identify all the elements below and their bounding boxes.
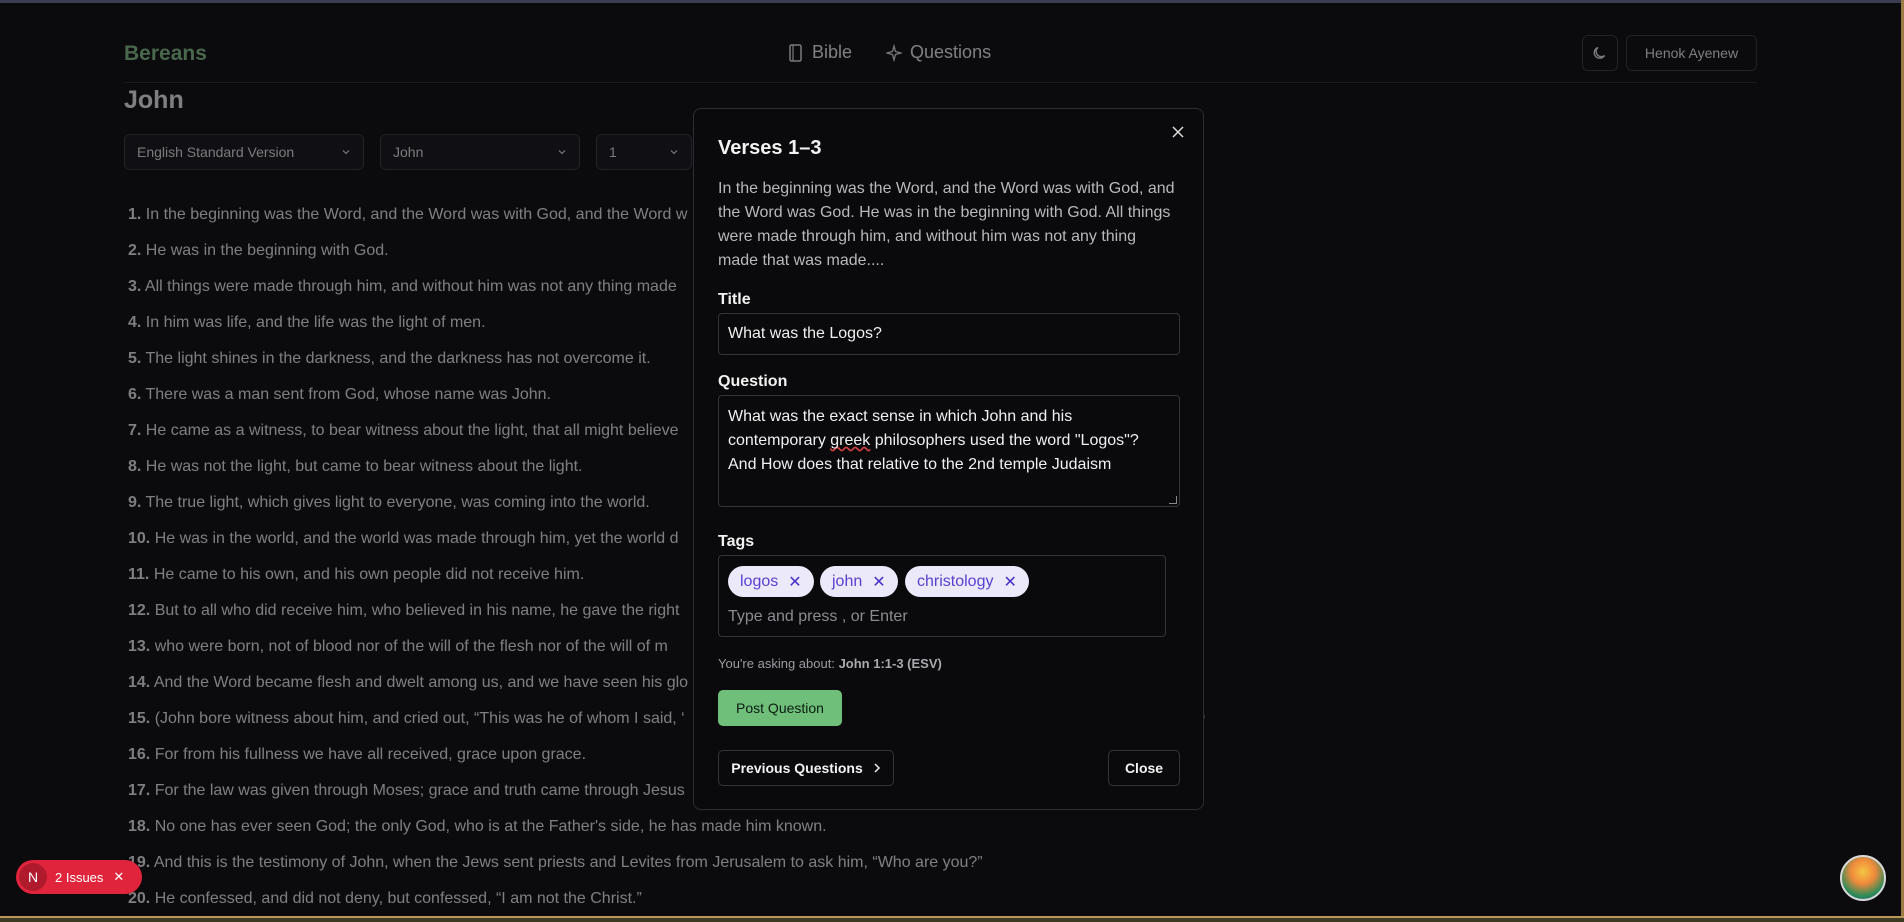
tag-chip-christology: christology ✕	[905, 566, 1029, 597]
close-icon[interactable]: ✕	[113, 869, 124, 885]
chevron-down-icon	[342, 150, 350, 155]
question-label: Question	[718, 373, 788, 390]
book-icon	[789, 43, 802, 62]
misspelled-word: greek	[830, 432, 871, 449]
verse-number: 12.	[128, 602, 151, 619]
chevron-down-icon	[670, 150, 678, 155]
theme-toggle-button[interactable]	[1582, 35, 1618, 71]
page-title: John	[124, 86, 184, 114]
remove-tag-icon[interactable]: ✕	[788, 572, 801, 592]
chevron-right-icon	[874, 763, 880, 773]
verse-number: 3.	[128, 278, 142, 295]
verse-number: 4.	[128, 314, 142, 331]
issues-count: 2 Issues	[55, 869, 104, 885]
asking-about-text: You're asking about: John 1:1-3 (ESV)	[718, 656, 942, 671]
verse-text: For the law was given through Moses; gra…	[154, 782, 685, 799]
chapter-select-value: 1	[609, 144, 617, 160]
tag-label: john	[832, 572, 863, 590]
tag-label: christology	[917, 572, 994, 590]
verse-number: 18.	[128, 818, 151, 835]
verse-number: 11.	[128, 566, 150, 583]
passage-text: In the beginning was the Word, and the W…	[718, 180, 1175, 269]
nav-label-questions: Questions	[910, 42, 992, 62]
verse-text: He was not the light, but came to bear w…	[145, 458, 583, 475]
verse-number: 13.	[128, 638, 151, 655]
close-icon[interactable]	[1169, 123, 1187, 141]
brand-logo[interactable]: Bereans	[124, 42, 207, 66]
verse-text: There was a man sent from God, whose nam…	[145, 386, 552, 403]
header-divider	[124, 82, 1757, 83]
verse-number: 16.	[128, 746, 151, 763]
sparkle-icon	[886, 43, 903, 62]
verse-number: 15.	[128, 710, 151, 727]
verse-number: 6.	[128, 386, 142, 403]
verse-text: He came to his own, and his own people d…	[153, 566, 585, 583]
verse-text: No one has ever seen God; the only God, …	[154, 818, 827, 835]
version-select[interactable]: English Standard Version	[124, 134, 364, 170]
verse[interactable]: 18. No one has ever seen God; the only G…	[128, 815, 1228, 851]
tag-label: logos	[740, 572, 779, 590]
remove-tag-icon[interactable]: ✕	[1003, 572, 1016, 592]
verse-text: And this is the testimony of John, when …	[153, 854, 983, 871]
user-menu-button[interactable]: Henok Ayenew	[1626, 35, 1757, 71]
verse-number: 8.	[128, 458, 142, 475]
version-select-value: English Standard Version	[137, 144, 295, 160]
asking-reference: John 1:1-3 (ESV)	[838, 656, 942, 671]
moon-icon	[1593, 46, 1606, 59]
verse-number: 17.	[128, 782, 151, 799]
previous-questions-label: Previous Questions	[731, 760, 863, 776]
issues-badge[interactable]: N 2 Issues ✕	[16, 860, 142, 894]
title-label: Title	[718, 291, 751, 308]
verse-text: In the beginning was the Word, and the W…	[145, 206, 688, 223]
verse-number: 14.	[128, 674, 151, 691]
verse-text: For from his fullness we have all receiv…	[154, 746, 587, 763]
nav-item-questions[interactable]: Questions	[886, 42, 991, 63]
modal-title: Verses 1–3	[718, 137, 822, 159]
tag-chip-logos: logos ✕	[728, 566, 814, 597]
nav-label-bible: Bible	[812, 42, 853, 62]
chapter-select[interactable]: 1	[596, 134, 692, 170]
verse-text: The light shines in the darkness, and th…	[145, 350, 651, 367]
remove-tag-icon[interactable]: ✕	[872, 572, 885, 592]
verse-text: The true light, which gives light to eve…	[145, 494, 650, 511]
nav-item-bible[interactable]: Bible	[788, 42, 852, 63]
verse-number: 7.	[128, 422, 142, 439]
resize-handle[interactable]	[1169, 496, 1177, 504]
verse-text: In him was life, and the life was the li…	[145, 314, 486, 331]
verse-text: He was in the world, and the world was m…	[154, 530, 679, 547]
nextjs-icon: N	[19, 863, 47, 891]
verse-number: 1.	[128, 206, 142, 223]
post-question-button[interactable]: Post Question	[718, 690, 842, 726]
verse-number: 10.	[128, 530, 151, 547]
verse-number: 5.	[128, 350, 142, 367]
verse-number: 9.	[128, 494, 142, 511]
assistant-avatar[interactable]	[1840, 855, 1886, 901]
tags-input[interactable]: logos ✕ john ✕ christology ✕ Type and pr…	[718, 555, 1166, 637]
main-nav: Bible Questions	[788, 42, 991, 63]
verse-text: And the Word became flesh and dwelt amon…	[153, 674, 689, 691]
verse-text: who were born, not of blood nor of the w…	[154, 638, 668, 655]
close-button[interactable]: Close	[1108, 750, 1180, 786]
verse-text: He confessed, and did not deny, but conf…	[154, 890, 642, 907]
window-bottom-border	[0, 916, 1904, 922]
verse-text: He came as a witness, to bear witness ab…	[145, 422, 679, 439]
chevron-down-icon	[558, 150, 566, 155]
tags-label: Tags	[718, 533, 755, 550]
book-select[interactable]: John	[380, 134, 580, 170]
ask-question-modal: Verses 1–3 In the beginning was the Word…	[693, 108, 1204, 810]
verse-text: All things were made through him, and wi…	[144, 278, 677, 295]
title-input[interactable]	[718, 313, 1180, 355]
verse-number: 2.	[128, 242, 142, 259]
tag-chip-john: john ✕	[820, 566, 898, 597]
book-select-value: John	[393, 144, 424, 160]
verse[interactable]: 19. And this is the testimony of John, w…	[128, 851, 1228, 887]
verse-text: (John bore witness about him, and cried …	[154, 710, 685, 727]
previous-questions-button[interactable]: Previous Questions	[718, 750, 894, 786]
tags-placeholder[interactable]: Type and press , or Enter	[728, 608, 908, 626]
verse-text: He was in the beginning with God.	[145, 242, 389, 259]
question-textarea[interactable]: What was the exact sense in which John a…	[718, 395, 1180, 507]
verse-text: But to all who did receive him, who beli…	[154, 602, 680, 619]
asking-prefix: You're asking about:	[718, 656, 835, 671]
